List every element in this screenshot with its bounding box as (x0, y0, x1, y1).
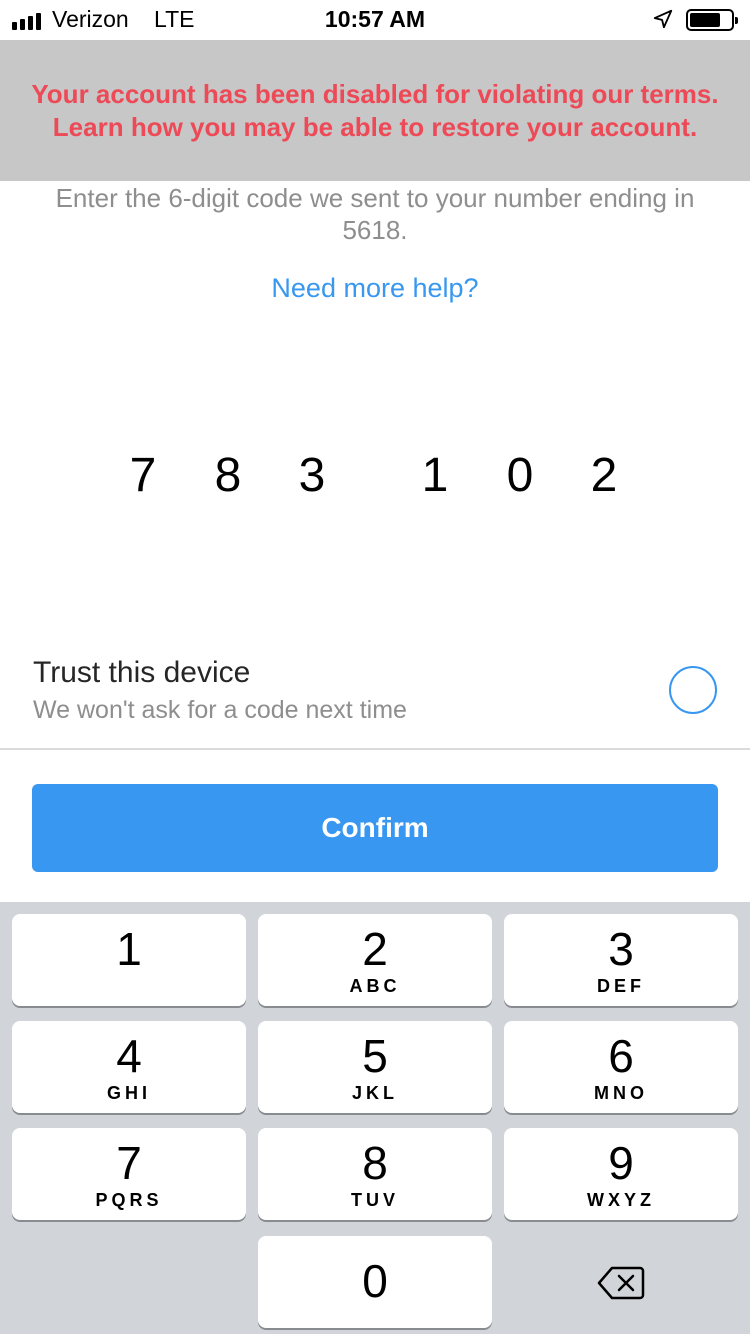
backspace-icon (597, 1266, 645, 1300)
key-letters: GHI (106, 1083, 151, 1103)
key-7[interactable]: 7 PQRS (12, 1128, 246, 1220)
banner-message: Your account has been disabled for viola… (31, 78, 719, 142)
key-4[interactable]: 4 GHI (12, 1021, 246, 1113)
key-6[interactable]: 6 MNO (504, 1021, 738, 1113)
key-number: 2 (362, 923, 388, 975)
code-instructions: Enter the 6-digit code we sent to your n… (55, 183, 695, 245)
key-number: 4 (116, 1030, 142, 1082)
key-letters: DEF (597, 976, 645, 996)
code-digit: 3 (298, 449, 326, 502)
status-bar: Verizon LTE 10:57 AM (0, 0, 750, 40)
trust-device-radio[interactable] (669, 666, 717, 714)
key-letters: PQRS (95, 1190, 163, 1210)
trust-device-title: Trust this device (33, 656, 251, 689)
key-number: 6 (608, 1030, 634, 1082)
trust-device-row[interactable]: Trust this device We won't ask for a cod… (0, 640, 750, 750)
need-more-help-link[interactable]: Need more help? (0, 273, 750, 304)
key-2[interactable]: 2 ABC (258, 914, 492, 1006)
account-disabled-banner[interactable]: Your account has been disabled for viola… (0, 40, 750, 181)
key-letters: JKL (351, 1083, 398, 1103)
code-input[interactable]: 7 8 3 1 0 2 (0, 446, 750, 506)
location-arrow-icon (653, 9, 673, 29)
key-letters: MNO (594, 1083, 648, 1103)
key-9[interactable]: 9 WXYZ (504, 1128, 738, 1220)
key-5[interactable]: 5 JKL (258, 1021, 492, 1113)
key-letters: TUV (351, 1190, 399, 1210)
key-number: 3 (608, 923, 634, 975)
key-number: 1 (116, 923, 142, 975)
code-digit: 8 (214, 449, 242, 502)
key-number: 9 (608, 1137, 634, 1189)
key-0[interactable]: 0 (258, 1236, 492, 1328)
battery-icon (686, 9, 738, 31)
confirm-button[interactable]: Confirm (32, 784, 718, 872)
code-digit: 7 (129, 449, 157, 502)
status-time: 10:57 AM (324, 6, 426, 32)
backspace-key[interactable] (504, 1238, 738, 1328)
trust-device-subtitle: We won't ask for a code next time (33, 696, 407, 724)
key-letters: ABC (349, 976, 401, 996)
key-number: 5 (362, 1030, 388, 1082)
numeric-keypad: 1 2 ABC 3 DEF 4 GHI 5 JKL 6 MNO 7 PQRS 8… (0, 902, 750, 1334)
code-digit: 0 (506, 449, 534, 502)
key-number: 8 (362, 1137, 388, 1189)
key-number: 0 (362, 1255, 388, 1307)
key-8[interactable]: 8 TUV (258, 1128, 492, 1220)
key-3[interactable]: 3 DEF (504, 914, 738, 1006)
code-digit: 1 (421, 449, 449, 502)
code-digit: 2 (590, 449, 618, 502)
key-letters: WXYZ (587, 1190, 655, 1210)
key-number: 7 (116, 1137, 142, 1189)
key-1[interactable]: 1 (12, 914, 246, 1006)
